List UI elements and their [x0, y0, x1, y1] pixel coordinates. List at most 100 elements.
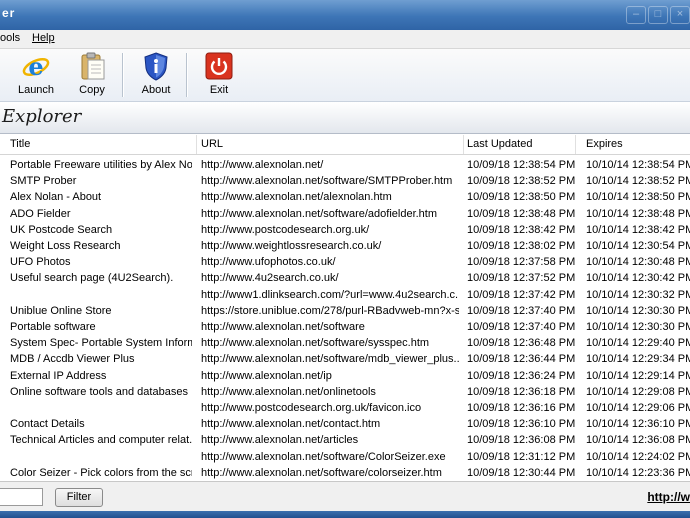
cell-expires: 10/10/14 12:29:14 PM: [586, 369, 690, 382]
table-row[interactable]: Uniblue Online Store https://store.uniblu…: [0, 303, 690, 319]
cell-url: http://www.4u2search.co.uk/: [201, 272, 339, 285]
cell-title: Useful search page (4U2Search).: [10, 272, 174, 285]
cell-title: MDB / Accdb Viewer Plus: [10, 353, 135, 366]
launch-button[interactable]: e Launch: [10, 51, 62, 99]
svg-text:e: e: [28, 52, 43, 81]
table-row[interactable]: UFO Photos http://www.ufophotos.co.uk/10/…: [0, 254, 690, 270]
table-row[interactable]: ADO Fielder http://www.alexnolan.net/soft…: [0, 206, 690, 222]
cell-expires: 10/10/14 12:30:42 PM: [586, 272, 690, 285]
table-row[interactable]: Color Seizer - Pick colors from the scr.…: [0, 465, 690, 480]
cell-last-updated: 10/09/18 12:38:48 PM: [467, 207, 576, 220]
cell-last-updated: 10/09/18 12:31:12 PM: [467, 450, 576, 463]
cell-last-updated: 10/09/18 12:36:10 PM: [467, 418, 576, 431]
cell-last-updated: 10/09/18 12:36:44 PM: [467, 353, 576, 366]
cell-last-updated: 10/09/18 12:36:18 PM: [467, 385, 576, 398]
table-row[interactable]: Contact Details http://www.alexnolan.net/…: [0, 416, 690, 432]
cell-expires: 10/10/14 12:30:54 PM: [586, 240, 690, 252]
cell-last-updated: 10/09/18 12:38:52 PM: [467, 175, 576, 188]
maximize-button[interactable]: □: [648, 6, 668, 24]
table-row[interactable]: System Spec- Portable System Inform... ht…: [0, 335, 690, 351]
table-header: Title URL Last Updated Expires: [0, 135, 690, 155]
about-button[interactable]: About: [130, 51, 182, 99]
menu-tools[interactable]: ools: [0, 32, 20, 44]
table-row[interactable]: External IP Address http://www.alexnolan.…: [0, 368, 690, 384]
cell-title: Uniblue Online Store: [10, 304, 112, 317]
cell-title: [10, 400, 192, 416]
cell-url: http://www.alexnolan.net/software/ColorS…: [201, 450, 446, 463]
cell-last-updated: 10/09/18 12:37:40 PM: [467, 321, 576, 333]
column-header-title[interactable]: Title: [0, 135, 197, 154]
cell-last-updated: 10/09/18 12:36:16 PM: [467, 402, 576, 414]
cell-expires: 10/10/14 12:29:06 PM: [586, 402, 690, 414]
table-row[interactable]: Online software tools and databases http:…: [0, 384, 690, 400]
table-row[interactable]: Alex Nolan - About http://www.alexnolan.n…: [0, 189, 690, 205]
cell-last-updated: 10/09/18 12:37:58 PM: [467, 256, 576, 269]
exit-button[interactable]: Exit: [193, 51, 245, 99]
table-row[interactable]: Portable software http://www.alexnolan.ne…: [0, 319, 690, 335]
table-row[interactable]: http://www.postcodesearch.org.uk/favicon…: [0, 400, 690, 416]
shield-icon: [141, 51, 171, 81]
menu-bar: ools Help: [0, 30, 690, 49]
cell-expires: 10/10/14 12:30:32 PM: [586, 288, 690, 301]
filter-input[interactable]: [0, 488, 43, 506]
cell-title: Portable software: [10, 321, 96, 333]
table-row[interactable]: Useful search page (4U2Search). http://ww…: [0, 270, 690, 286]
window-title: er: [2, 6, 16, 20]
cell-expires: 10/10/14 12:30:48 PM: [586, 256, 690, 269]
table-row[interactable]: Technical Articles and computer relat...…: [0, 432, 690, 448]
cell-expires: 10/10/14 12:29:08 PM: [586, 385, 690, 398]
cell-url: http://www.alexnolan.net/onlinetools: [201, 385, 376, 398]
launch-label: Launch: [17, 84, 55, 96]
cell-title: ADO Fielder: [10, 207, 71, 220]
cell-expires: 10/10/14 12:29:34 PM: [586, 353, 690, 366]
close-window-button[interactable]: ×: [670, 6, 690, 24]
history-table: Title URL Last Updated Expires Portable …: [0, 135, 690, 480]
clipboard-icon: [77, 51, 107, 81]
cell-last-updated: 10/09/18 12:38:42 PM: [467, 223, 576, 236]
copy-label: Copy: [79, 84, 105, 96]
cell-expires: 10/10/14 12:24:02 PM: [586, 450, 690, 463]
cell-url: http://www.alexnolan.net/articles: [201, 434, 359, 447]
cell-last-updated: 10/09/18 12:36:48 PM: [467, 337, 576, 350]
cell-expires: 10/10/14 12:30:30 PM: [586, 304, 690, 317]
cell-title: System Spec- Portable System Inform...: [10, 337, 192, 350]
cell-url: http://www.alexnolan.net/software/SMTPPr…: [201, 175, 453, 188]
toolbar-separator: [186, 53, 188, 97]
cell-url: http://www.alexnolan.net/alexnolan.htm: [201, 191, 392, 204]
cell-url: http://www.alexnolan.net/software/colors…: [201, 466, 442, 479]
table-row[interactable]: UK Postcode Search http://www.postcodesea…: [0, 222, 690, 238]
toolbar: e Launch Copy About Exit: [0, 49, 690, 102]
filter-button[interactable]: Filter: [55, 488, 103, 507]
copy-button[interactable]: Copy: [66, 51, 118, 99]
cell-expires: 10/10/14 12:38:48 PM: [586, 207, 690, 220]
cell-last-updated: 10/09/18 12:38:02 PM: [467, 240, 576, 252]
table-row[interactable]: Weight Loss Research http://www.weightlos…: [0, 238, 690, 254]
cell-title: [10, 287, 192, 303]
column-header-last-updated[interactable]: Last Updated: [457, 135, 576, 154]
page-title: Explorer: [2, 106, 82, 127]
table-row[interactable]: http://www1.dlinksearch.com/?url=www.4u2…: [0, 287, 690, 303]
cell-title: Weight Loss Research: [10, 240, 121, 252]
column-header-url[interactable]: URL: [191, 135, 464, 154]
about-label: About: [141, 84, 171, 96]
cell-expires: 10/10/14 12:23:36 PM: [586, 466, 690, 479]
column-header-expires[interactable]: Expires: [576, 135, 690, 154]
table-row[interactable]: Portable Freeware utilities by Alex Nola…: [0, 157, 690, 173]
table-row[interactable]: http://www.alexnolan.net/software/ColorS…: [0, 449, 690, 465]
cell-last-updated: 10/09/18 12:37:42 PM: [467, 288, 576, 301]
cell-url: http://www.alexnolan.net/software/mdb_vi…: [201, 353, 459, 366]
ie-icon: e: [21, 51, 51, 81]
cell-expires: 10/10/14 12:38:54 PM: [586, 159, 690, 171]
menu-help[interactable]: Help: [32, 32, 55, 44]
cell-last-updated: 10/09/18 12:38:54 PM: [467, 159, 576, 171]
cell-title: [10, 449, 192, 465]
cell-title: Online software tools and databases: [10, 385, 188, 398]
cell-url: http://www.alexnolan.net/ip: [201, 369, 332, 382]
title-bar: er – □ ×: [0, 0, 690, 30]
table-row[interactable]: SMTP Prober http://www.alexnolan.net/soft…: [0, 173, 690, 189]
website-link[interactable]: http://w: [647, 490, 690, 504]
minimize-button[interactable]: –: [626, 6, 646, 24]
cell-expires: 10/10/14 12:30:30 PM: [586, 321, 690, 333]
cell-url: http://www.alexnolan.net/contact.htm: [201, 418, 381, 431]
table-row[interactable]: MDB / Accdb Viewer Plus http://www.alexno…: [0, 351, 690, 367]
